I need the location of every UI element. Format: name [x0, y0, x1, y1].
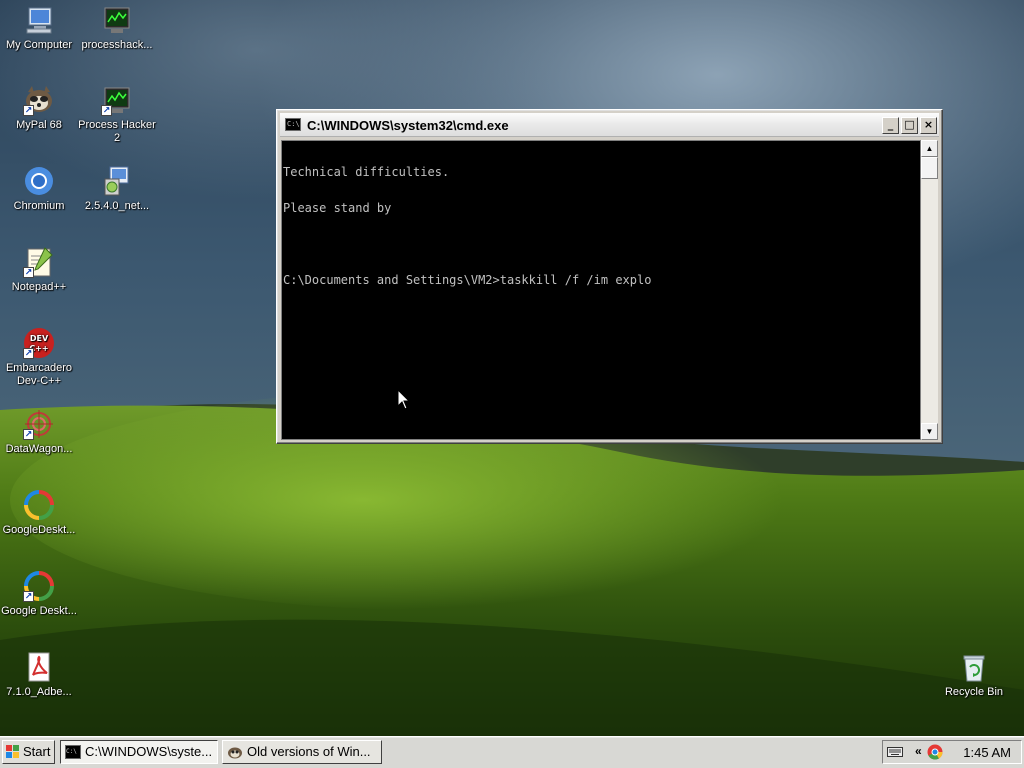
close-button[interactable]: × — [920, 117, 937, 134]
desktop-icon-my-computer[interactable]: My Computer — [0, 4, 78, 52]
scroll-up-icon[interactable]: ▲ — [921, 140, 938, 157]
desktop-icon-process-hacker-2[interactable]: ↗ Process Hacker 2 — [78, 84, 156, 145]
desktop-icon-label: Process Hacker 2 — [78, 119, 156, 144]
taskbar-button-mypal[interactable]: Old versions of Win... — [222, 740, 382, 764]
windows-flag-icon — [6, 745, 19, 758]
console-prompt-line[interactable]: C:\Documents and Settings\VM2>taskkill /… — [283, 274, 920, 286]
desktop-icon-google-desktop[interactable]: GoogleDeskt... — [0, 489, 78, 537]
desktop-icon-label: MyPal 68 — [16, 119, 62, 131]
google-desktop-icon — [23, 489, 55, 521]
start-button[interactable]: Start — [2, 740, 55, 764]
mypal-icon — [228, 747, 242, 759]
shortcut-arrow-icon: ↗ — [23, 348, 34, 359]
desktop-icon-label: Google Deskt... — [1, 605, 77, 617]
keyboard-icon[interactable] — [887, 745, 903, 759]
desktop-icon-label: Embarcadero Dev-C++ — [5, 362, 73, 387]
process-hacker-icon: ↗ — [101, 84, 133, 116]
taskbar-button-label: Old versions of Win... — [247, 744, 371, 759]
svg-text:DEV: DEV — [30, 334, 49, 343]
console-line: Technical difficulties. — [283, 165, 450, 179]
mouse-cursor-icon — [397, 389, 411, 410]
desktop-icon-label: Notepad++ — [11, 281, 67, 293]
window-title: C:\WINDOWS\system32\cmd.exe — [307, 118, 509, 133]
desktop-icon-dev-cpp[interactable]: DEV C++ ↗ Embarcadero Dev-C++ — [0, 327, 78, 388]
scroll-down-icon[interactable]: ▼ — [921, 423, 938, 440]
show-hidden-icons-button[interactable]: « — [915, 744, 922, 758]
adobe-reader-icon — [23, 651, 55, 683]
scrollbar-thumb[interactable] — [921, 157, 938, 179]
desktop-icon-adobe-reader[interactable]: 7.1.0_Adbe... — [0, 651, 78, 699]
console-output[interactable]: Technical difficulties. Please stand by … — [281, 140, 921, 440]
desktop-icon-notepad-plus-plus[interactable]: ↗ Notepad++ — [0, 246, 78, 294]
desktop-icon-label: Recycle Bin — [944, 686, 1004, 698]
system-tray: « 1:45 AM — [882, 740, 1022, 764]
desktop-icon-net-installer[interactable]: 2.5.4.0_net... — [78, 165, 156, 213]
mypal-icon: ↗ — [23, 84, 55, 116]
notepad-plus-plus-icon: ↗ — [23, 246, 55, 278]
desktop-icon-mypal[interactable]: ↗ MyPal 68 — [0, 84, 78, 132]
cmd-window[interactable]: C:\ C:\WINDOWS\system32\cmd.exe _ □ × Te… — [276, 109, 943, 444]
shortcut-arrow-icon: ↗ — [101, 105, 112, 116]
maximize-button[interactable]: □ — [901, 117, 918, 134]
desktop-icon-label: 7.1.0_Adbe... — [6, 686, 72, 698]
desktop-icon-label: GoogleDeskt... — [2, 524, 76, 536]
desktop-icon-processhacker[interactable]: processhack... — [78, 4, 156, 52]
datawagon-icon: ↗ — [23, 408, 55, 440]
console-line: Please stand by — [283, 201, 392, 215]
minimize-button[interactable]: _ — [882, 117, 899, 134]
dev-cpp-icon: DEV C++ ↗ — [23, 327, 55, 359]
process-hacker-icon — [101, 4, 133, 36]
shortcut-arrow-icon: ↗ — [23, 267, 34, 278]
desktop-icon-google-desktop-shortcut[interactable]: ↗ Google Deskt... — [0, 570, 78, 618]
recycle-bin-icon — [958, 651, 990, 683]
cmd-icon: C:\ — [285, 118, 301, 131]
cmd-window-titlebar[interactable]: C:\ C:\WINDOWS\system32\cmd.exe _ □ × — [280, 113, 939, 137]
start-label: Start — [23, 744, 51, 759]
shortcut-arrow-icon: ↗ — [23, 105, 34, 116]
installer-icon — [101, 165, 133, 197]
taskbar: Start C:\ C:\WINDOWS\syste... Old versio… — [0, 736, 1024, 768]
chromium-icon — [23, 165, 55, 197]
chrome-icon[interactable] — [927, 744, 943, 760]
vertical-scrollbar[interactable]: ▲ ▼ — [921, 140, 938, 440]
shortcut-arrow-icon: ↗ — [23, 591, 34, 602]
desktop-icon-recycle-bin[interactable]: Recycle Bin — [935, 651, 1013, 699]
desktop-icon-datawagon[interactable]: ↗ DataWagon... — [0, 408, 78, 456]
taskbar-button-label: C:\WINDOWS\syste... — [85, 744, 213, 759]
desktop-icon-label: Chromium — [13, 200, 65, 212]
taskbar-button-cmd[interactable]: C:\ C:\WINDOWS\syste... — [60, 740, 218, 764]
desktop-icon-label: My Computer — [5, 39, 73, 51]
shortcut-arrow-icon: ↗ — [23, 429, 34, 440]
my-computer-icon — [23, 4, 55, 36]
desktop-icon-label: DataWagon... — [5, 443, 73, 455]
cmd-icon: C:\ — [65, 745, 81, 759]
desktop-icon-label: 2.5.4.0_net... — [84, 200, 150, 212]
desktop-icon-chromium[interactable]: Chromium — [0, 165, 78, 213]
desktop-icon-label: processhack... — [81, 39, 153, 51]
tray-clock[interactable]: 1:45 AM — [963, 745, 1011, 760]
google-desktop-icon: ↗ — [23, 570, 55, 602]
